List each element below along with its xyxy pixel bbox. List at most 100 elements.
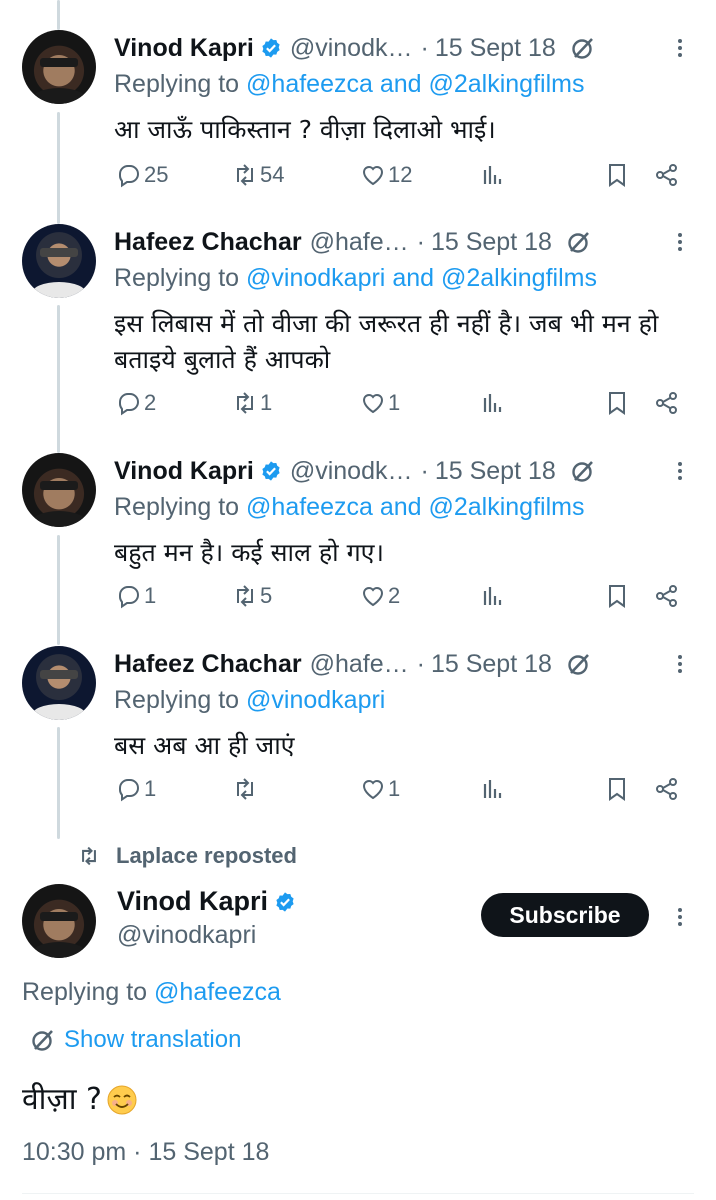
author-handle[interactable]: @hafe… — [310, 228, 409, 257]
heart-icon — [362, 394, 384, 414]
tweet-header: Vinod Kapri @vinodk… · 15 Sept 18 — [114, 30, 596, 66]
thread-tweet[interactable]: Hafeez Chachar @hafe… · 15 Sept 18 Reply… — [0, 224, 716, 434]
bookmark-button[interactable] — [604, 776, 630, 802]
grok-icon[interactable] — [570, 35, 596, 61]
replying-to: Replying to @hafeezca and @2alkingfilms — [114, 70, 585, 98]
thread-tweet[interactable]: Vinod Kapri @vinodk… · 15 Sept 18 Replyi… — [0, 453, 716, 623]
share-icon — [656, 778, 677, 800]
thread-tweet[interactable]: Hafeez Chachar @hafe… · 15 Sept 18 Reply… — [0, 646, 716, 816]
mention-link[interactable]: @vinodkapri — [246, 264, 385, 292]
like-button[interactable]: 1 — [360, 776, 400, 802]
reply-button[interactable]: 1 — [116, 776, 156, 802]
mention-link[interactable]: @hafeezca — [154, 978, 281, 1006]
tweet-timestamp[interactable]: 10:30 pm · 15 Sept 18 — [22, 1138, 269, 1167]
repost-icon — [237, 164, 253, 186]
share-button[interactable] — [654, 776, 680, 802]
bookmark-icon — [609, 778, 625, 801]
avatar-vinod[interactable] — [22, 30, 96, 104]
more-options-icon[interactable] — [678, 36, 684, 60]
tweet-header: Hafeez Chachar @hafe… · 15 Sept 18 — [114, 646, 592, 682]
main-author-name[interactable]: Vinod Kapri — [117, 886, 296, 917]
repost-button[interactable]: 1 — [232, 390, 272, 416]
author-name[interactable]: Hafeez Chachar — [114, 650, 302, 679]
grok-icon[interactable] — [570, 458, 596, 484]
more-options-icon[interactable] — [678, 652, 684, 676]
reposted-banner[interactable]: Laplace reposted — [78, 843, 297, 869]
bookmark-icon — [609, 392, 625, 415]
reply-button[interactable]: 25 — [116, 162, 168, 188]
avatar-vinod[interactable] — [22, 453, 96, 527]
thread-tweet[interactable]: Vinod Kapri @vinodk… · 15 Sept 18 Replyi… — [0, 30, 716, 200]
tweet-header: Hafeez Chachar @hafe… · 15 Sept 18 — [114, 224, 592, 260]
views-button[interactable] — [480, 583, 506, 609]
reply-button[interactable]: 2 — [116, 390, 156, 416]
author-handle[interactable]: @vinodk… — [290, 457, 413, 486]
author-name[interactable]: Vinod Kapri — [114, 34, 254, 63]
repost-button[interactable] — [232, 776, 260, 802]
divider — [22, 1193, 694, 1194]
author-name[interactable]: Hafeez Chachar — [114, 228, 302, 257]
separator-dot: · — [416, 227, 425, 256]
views-button[interactable] — [480, 390, 506, 416]
heart-icon — [362, 780, 384, 800]
reply-icon — [119, 165, 140, 188]
mention-link[interactable]: @2alkingfilms — [428, 493, 584, 521]
thread-connector — [57, 0, 60, 30]
tweet-text: इस लिबास में तो वीजा की जरूरत ही नहीं है… — [114, 309, 659, 374]
bookmark-button[interactable] — [604, 390, 630, 416]
replying-to: Replying to @vinodkapri and @2alkingfilm… — [114, 264, 597, 292]
bookmark-button[interactable] — [604, 162, 630, 188]
bookmark-button[interactable] — [604, 583, 630, 609]
mention-link[interactable]: @hafeezca — [246, 493, 373, 521]
tweet-date[interactable]: 15 Sept 18 — [435, 34, 556, 63]
avatar-vinod[interactable] — [22, 884, 96, 958]
action-bar: 25 54 12 — [114, 162, 686, 196]
author-name[interactable]: Vinod Kapri — [114, 457, 254, 486]
main-tweet-text: वीज़ा ? — [22, 1078, 138, 1122]
author-handle[interactable]: @hafe… — [310, 650, 409, 679]
subscribe-button[interactable]: Subscribe — [481, 893, 649, 937]
like-button[interactable]: 12 — [360, 162, 412, 188]
analytics-icon — [483, 587, 502, 605]
share-button[interactable] — [654, 162, 680, 188]
share-button[interactable] — [654, 583, 680, 609]
mention-link[interactable]: @hafeezca — [246, 70, 373, 98]
grok-icon[interactable] — [566, 229, 592, 255]
action-bar: 1 5 2 — [114, 583, 686, 617]
show-translation-link[interactable]: Show translation — [30, 1026, 241, 1054]
mention-link[interactable]: @2alkingfilms — [441, 264, 597, 292]
author-name[interactable]: Vinod Kapri — [117, 886, 268, 917]
avatar-hafeez[interactable] — [22, 224, 96, 298]
share-icon — [656, 585, 677, 607]
more-options-icon[interactable] — [678, 459, 684, 483]
replying-to: Replying to @hafeezca and @2alkingfilms — [114, 493, 585, 521]
grok-icon — [32, 1030, 53, 1051]
avatar-hafeez[interactable] — [22, 646, 96, 720]
author-handle[interactable]: @vinodkapri — [117, 921, 256, 950]
grok-icon[interactable] — [566, 651, 592, 677]
separator-dot: · — [416, 649, 425, 678]
verified-badge-icon — [262, 38, 280, 58]
views-button[interactable] — [480, 776, 506, 802]
tweet-header: Vinod Kapri @vinodk… · 15 Sept 18 — [114, 453, 596, 489]
tweet-date[interactable]: 15 Sept 18 — [431, 650, 552, 679]
repost-button[interactable]: 54 — [232, 162, 284, 188]
share-button[interactable] — [654, 390, 680, 416]
mention-link[interactable]: @vinodkapri — [246, 686, 385, 714]
views-button[interactable] — [480, 162, 506, 188]
share-icon — [656, 392, 677, 414]
tweet-date[interactable]: 15 Sept 18 — [431, 228, 552, 257]
reply-button[interactable]: 1 — [116, 583, 156, 609]
analytics-icon — [483, 780, 502, 798]
repost-button[interactable]: 5 — [232, 583, 272, 609]
like-button[interactable]: 1 — [360, 390, 400, 416]
bookmark-icon — [609, 585, 625, 608]
more-options-icon[interactable] — [678, 905, 684, 929]
show-translation-label: Show translation — [64, 1026, 242, 1053]
author-handle[interactable]: @vinodk… — [290, 34, 413, 63]
more-options-icon[interactable] — [678, 230, 684, 254]
like-button[interactable]: 2 — [360, 583, 400, 609]
heart-icon — [362, 587, 384, 607]
mention-link[interactable]: @2alkingfilms — [428, 70, 584, 98]
tweet-date[interactable]: 15 Sept 18 — [435, 457, 556, 486]
